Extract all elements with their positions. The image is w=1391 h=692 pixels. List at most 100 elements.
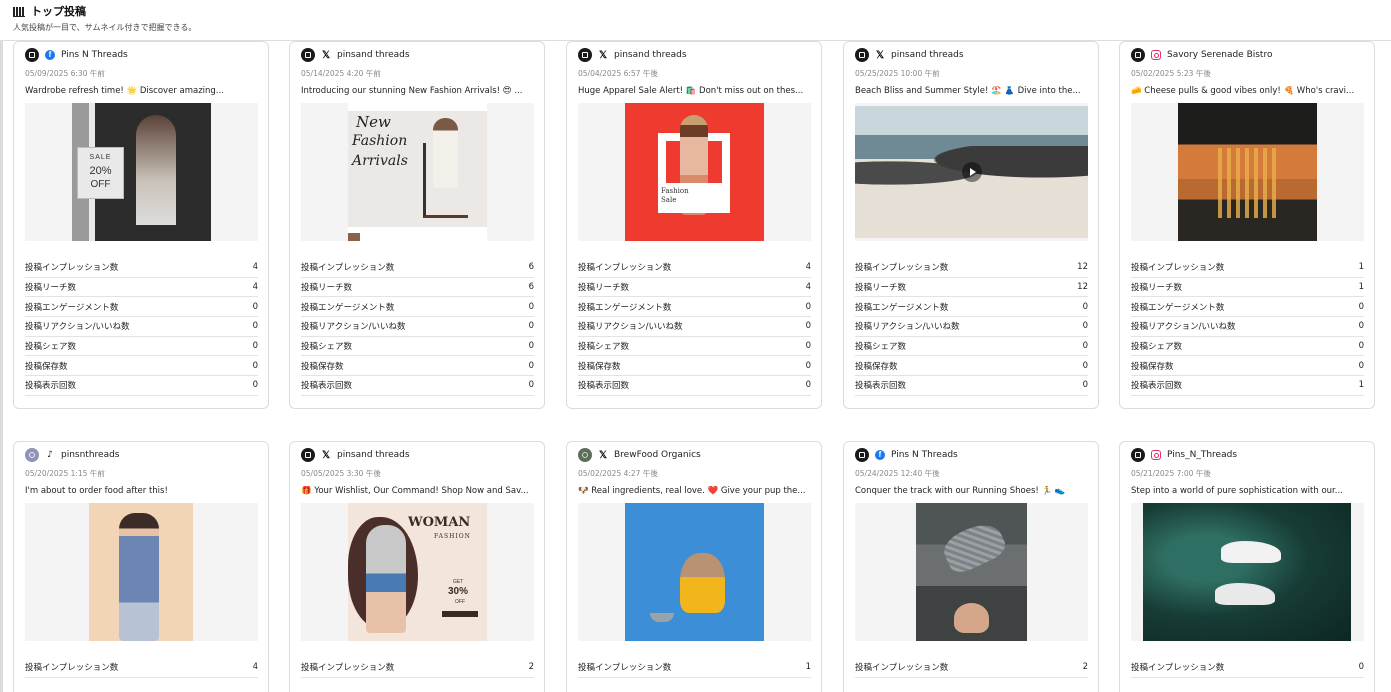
post-thumbnail[interactable] xyxy=(1131,103,1364,241)
metric-value: 0 xyxy=(1358,341,1364,352)
metric-label: 投稿保存数 xyxy=(1131,361,1174,372)
x-icon: 𝕏 xyxy=(875,49,885,61)
avatar xyxy=(855,48,869,62)
post-text: Beach Bliss and Summer Style! 🏖️ 👗 Dive … xyxy=(855,86,1081,96)
metric-row: 投稿リーチ数 6 xyxy=(301,278,534,298)
metric-row: 投稿インプレッション数 2 xyxy=(301,658,534,678)
account-name: pinsand threads xyxy=(614,50,687,60)
metric-row: 投稿インプレッション数 6 xyxy=(301,258,534,278)
caption-card: Fashion Sale xyxy=(658,183,730,213)
metric-row: 投稿保存数 0 xyxy=(855,356,1088,377)
post-card[interactable]: 𝕏 BrewFood Organics 05/02/2025 4:27 午後 🐶 Re… xyxy=(566,441,822,692)
metric-row: 投稿インプレッション数 12 xyxy=(855,258,1088,278)
metric-label: 投稿インプレッション数 xyxy=(1131,263,1225,274)
metric-row: 投稿エンゲージメント数 0 xyxy=(301,297,534,318)
post-header: f Pins N Threads xyxy=(855,448,1088,462)
metric-value: 0 xyxy=(1082,321,1088,332)
metric-value: 0 xyxy=(1082,360,1088,371)
caption-line-2: Sale xyxy=(661,196,677,204)
post-card[interactable]: f Pins N Threads 05/09/2025 6:30 午前 Wardrob… xyxy=(13,41,269,409)
post-card[interactable]: 𝕏pinsand threads 05/05/2025 3:30 午後 🎁 Your… xyxy=(289,441,545,692)
caption-line-1: Fashion xyxy=(661,187,689,195)
metric-row: 投稿リーチ数 1 xyxy=(1131,278,1364,298)
metric-value: 0 xyxy=(252,360,258,371)
headline-line-2: Fashion xyxy=(352,133,408,149)
post-header: Pins_N_Threads xyxy=(1131,448,1364,462)
dog-figure xyxy=(680,553,725,613)
post-thumbnail[interactable] xyxy=(1131,503,1364,641)
post-card[interactable]: ♪ pinsnthreads 05/20/2025 1:15 午前 I'm about… xyxy=(13,441,269,692)
offer-get: GET xyxy=(453,579,464,585)
metric-row: 投稿表示回数 0 xyxy=(301,376,534,396)
metric-value: 4 xyxy=(252,662,258,673)
post-thumbnail[interactable]: WOMAN FASHION GET 30% OFF xyxy=(301,503,534,641)
metric-value: 1 xyxy=(1358,282,1364,293)
metric-label: 投稿表示回数 xyxy=(25,381,77,392)
headline-line-1: New xyxy=(356,113,391,131)
metric-value: 0 xyxy=(252,301,258,312)
post-thumbnail[interactable]: SALE 20% OFF xyxy=(25,103,258,241)
post-thumbnail[interactable] xyxy=(578,503,811,641)
account-name: pinsand threads xyxy=(337,50,410,60)
metric-value: 4 xyxy=(252,262,258,273)
post-date: 05/02/2025 4:27 午後 xyxy=(578,469,658,478)
post-card[interactable]: 𝕏pinsand threads 05/25/2025 10:00 午前 Beach… xyxy=(843,41,1099,409)
metric-value: 0 xyxy=(1358,662,1364,673)
post-header: ♪ pinsnthreads xyxy=(25,448,258,462)
metric-label: 投稿シェア数 xyxy=(301,342,353,353)
post-card[interactable]: 𝕏pinsand threads 05/14/2025 4:20 午前 Introd… xyxy=(289,41,545,409)
post-thumbnail[interactable]: Fashion Sale xyxy=(578,103,811,241)
metric-label: 投稿表示回数 xyxy=(1131,381,1183,392)
post-text: 🐶 Real ingredients, real love. ❤️ Give y… xyxy=(578,486,806,496)
post-card[interactable]: Savory Serenade Bistro 05/02/2025 5:23 午後… xyxy=(1119,41,1375,409)
metrics-list: 投稿インプレッション数 1 xyxy=(578,658,811,678)
metric-row: 投稿インプレッション数 4 xyxy=(578,258,811,278)
post-card[interactable]: Pins_N_Threads 05/21/2025 7:00 午後 Step int… xyxy=(1119,441,1375,692)
metric-row: 投稿エンゲージメント数 0 xyxy=(578,297,811,318)
metric-label: 投稿エンゲージメント数 xyxy=(578,302,672,313)
metric-value: 4 xyxy=(252,282,258,293)
x-icon: 𝕏 xyxy=(598,449,608,461)
metric-row: 投稿シェア数 0 xyxy=(1131,337,1364,357)
avatar xyxy=(1131,48,1145,62)
post-image: WOMAN FASHION GET 30% OFF xyxy=(348,503,487,641)
post-card[interactable]: f Pins N Threads 05/24/2025 12:40 午後 Conque… xyxy=(843,441,1099,692)
post-thumbnail[interactable] xyxy=(855,103,1088,241)
metric-row: 投稿リーチ数 4 xyxy=(25,278,258,298)
sale-percent: 20% xyxy=(89,165,112,177)
post-thumbnail[interactable] xyxy=(25,503,258,641)
metric-label: 投稿リアクション/いいね数 xyxy=(578,322,683,333)
metric-value: 4 xyxy=(805,262,811,273)
post-header: 𝕏pinsand threads xyxy=(578,48,811,62)
post-thumbnail[interactable]: New Fashion Arrivals xyxy=(301,103,534,241)
metric-label: 投稿保存数 xyxy=(25,361,68,372)
sale-off: OFF xyxy=(90,179,111,190)
play-icon[interactable] xyxy=(961,162,982,182)
offer-off: OFF xyxy=(455,599,465,605)
avatar xyxy=(301,48,315,62)
metric-label: 投稿インプレッション数 xyxy=(1131,663,1225,674)
post-image: New Fashion Arrivals xyxy=(348,103,487,241)
metric-value: 0 xyxy=(805,301,811,312)
post-image xyxy=(89,503,193,641)
metric-value: 0 xyxy=(1082,301,1088,312)
metric-row: 投稿リーチ数 12 xyxy=(855,278,1088,298)
cheese-strands xyxy=(1218,148,1278,218)
post-card[interactable]: 𝕏pinsand threads 05/04/2025 6:57 午後 Huge A… xyxy=(566,41,822,409)
metric-row: 投稿保存数 0 xyxy=(1131,356,1364,377)
metric-row: 投稿保存数 0 xyxy=(301,356,534,377)
post-header: f Pins N Threads xyxy=(25,48,258,62)
metric-row: 投稿リアクション/いいね数 0 xyxy=(25,317,258,337)
metric-row: 投稿エンゲージメント数 0 xyxy=(855,297,1088,318)
metric-row: 投稿表示回数 1 xyxy=(1131,376,1364,396)
account-name: Savory Serenade Bistro xyxy=(1167,50,1273,60)
metric-value: 0 xyxy=(528,321,534,332)
bar-chart-icon xyxy=(13,6,25,17)
metric-row: 投稿エンゲージメント数 0 xyxy=(25,297,258,318)
sneaker-figure xyxy=(1215,583,1275,605)
metric-label: 投稿保存数 xyxy=(578,361,621,372)
post-thumbnail[interactable] xyxy=(855,503,1088,641)
metric-label: 投稿表示回数 xyxy=(301,381,353,392)
metric-value: 2 xyxy=(1082,662,1088,673)
metric-row: 投稿表示回数 0 xyxy=(25,376,258,396)
